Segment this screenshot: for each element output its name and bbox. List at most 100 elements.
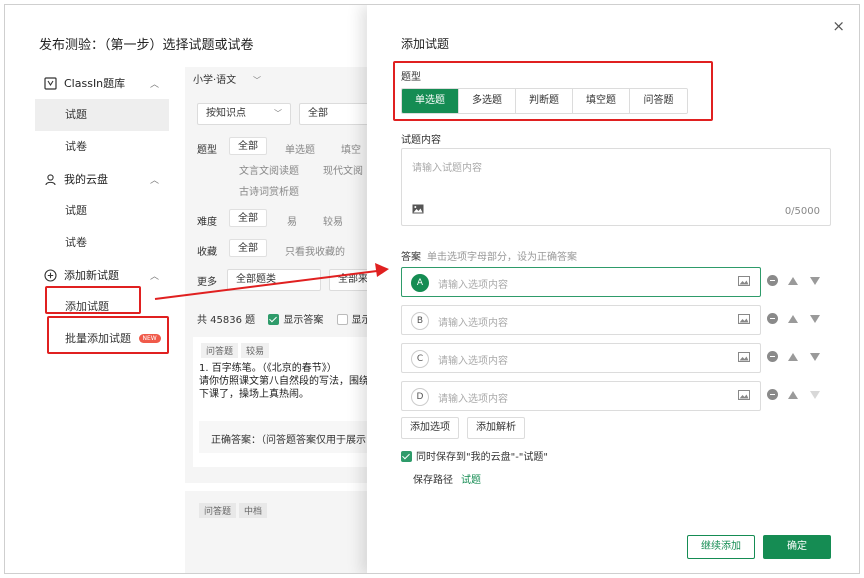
dialog-title: 添加试题 (401, 37, 450, 51)
move-down-icon (810, 390, 820, 399)
type-option[interactable]: 现代文阅 (323, 162, 363, 177)
sidebar-group-label: 添加新试题 (64, 269, 119, 282)
image-icon[interactable] (738, 352, 750, 365)
sidebar-group-label: 我的云盘 (64, 173, 108, 186)
sidebar-item-classin-papers[interactable]: 试卷 (35, 131, 169, 163)
sidebar-group-classin[interactable]: ClassIn题库 ︿ (35, 67, 169, 99)
checkbox-empty-icon (336, 314, 348, 325)
type-all-chip[interactable]: 全部 (229, 137, 267, 155)
chevron-down-icon: ﹀ (274, 109, 282, 118)
option-input-c[interactable]: C 请输入选项内容 (401, 343, 761, 373)
add-analysis-button[interactable]: 添加解析 (467, 417, 525, 439)
image-icon[interactable] (738, 276, 750, 289)
remove-option-icon[interactable] (767, 275, 778, 286)
favorite-filter-label: 收藏 (197, 247, 217, 258)
add-option-button[interactable]: 添加选项 (401, 417, 459, 439)
sidebar-item-cloud-questions[interactable]: 试题 (35, 195, 169, 227)
option-letter-b[interactable]: B (411, 312, 429, 330)
save-path-row: 保存路径 试题 (413, 471, 481, 486)
difficulty-option[interactable]: 易 (287, 213, 297, 228)
question-bank-panel: 小学·语文 ﹀ 按知识点 ﹀ 全部 题型 全部 单选题 填空 文言文阅读题 现代… (185, 67, 375, 573)
option-input-d[interactable]: D 请输入选项内容 (401, 381, 761, 411)
highlight-batch-add (47, 316, 169, 354)
option-controls (767, 389, 832, 400)
subject-select[interactable]: 小学·语文 ﹀ (185, 71, 265, 93)
difficulty-all-chip[interactable]: 全部 (229, 209, 267, 227)
show-answer-checkbox[interactable]: 显示答案 (268, 314, 324, 326)
type-option[interactable]: 填空 (341, 141, 361, 156)
add-question-dialog: 添加试题 × 题型 单选题 多选题 判断题 填空题 问答题 试题内容 请输入试题… (367, 5, 859, 573)
save-to-cloud-checkbox[interactable]: 同时保存到"我的云盘"-"试题" (401, 448, 548, 463)
option-placeholder: 请输入选项内容 (438, 394, 508, 405)
results-row: 共 45836 题 显示答案 显示 (197, 311, 372, 326)
option-letter-c[interactable]: C (411, 350, 429, 368)
content-counter: 0/5000 (784, 206, 820, 217)
sidebar-item-classin-questions[interactable]: 试题 (35, 99, 169, 131)
library-icon (43, 76, 57, 90)
question-difficulty-tag: 较易 (241, 343, 270, 358)
move-down-icon[interactable] (810, 314, 820, 323)
content-placeholder: 请输入试题内容 (412, 163, 482, 174)
question-difficulty-tag: 中档 (239, 503, 268, 518)
knowledge-select-value: 按知识点 (206, 108, 246, 119)
favorite-only-option[interactable]: 只看我收藏的 (285, 243, 345, 258)
highlight-add-question (45, 286, 141, 314)
question-text-line: 1. 百字练笔。（《北京的春节》） (199, 363, 337, 374)
move-up-icon[interactable] (788, 390, 798, 399)
remove-option-icon[interactable] (767, 313, 778, 324)
question-card-2[interactable]: 问答题 中档 (185, 491, 375, 573)
more-select-value: 全部来 (338, 274, 368, 285)
question-card[interactable]: 问答题 较易 1. 百字练笔。（《北京的春节》） 请你仿照课文第八自然段的写法，围… (193, 337, 375, 467)
chevron-up-icon[interactable]: ︿ (150, 77, 159, 90)
move-up-icon[interactable] (788, 352, 798, 361)
show-answer-label: 显示答案 (283, 315, 324, 326)
type-option[interactable]: 单选题 (285, 141, 315, 156)
answer-hint: 单击选项字母部分，设为正确答案 (427, 252, 577, 263)
page-title: 发布测验：（第一步）选择试题或试卷 (39, 38, 254, 53)
favorite-all-chip[interactable]: 全部 (229, 239, 267, 257)
move-up-icon[interactable] (788, 314, 798, 323)
save-path-label: 保存路径 (413, 475, 453, 486)
question-text-line: 请你仿照课文第八自然段的写法，围绕 (199, 376, 369, 387)
question-type-tag: 问答题 (199, 503, 237, 518)
option-input-b[interactable]: B 请输入选项内容 (401, 305, 761, 335)
all-select-value: 全部 (308, 108, 328, 119)
image-icon[interactable] (738, 314, 750, 327)
checkbox-checked-icon (268, 314, 280, 325)
chevron-up-icon[interactable]: ︿ (150, 269, 159, 282)
option-letter-a[interactable]: A (411, 274, 429, 292)
add-circle-icon (43, 268, 57, 282)
content-label: 试题内容 (401, 135, 441, 146)
move-up-icon[interactable] (788, 276, 798, 285)
continue-add-button[interactable]: 继续添加 (687, 535, 755, 559)
type-option[interactable]: 文言文阅读题 (239, 162, 299, 177)
option-placeholder: 请输入选项内容 (438, 280, 508, 291)
result-count: 共 45836 题 (197, 315, 256, 326)
option-letter-d[interactable]: D (411, 388, 429, 406)
option-input-a[interactable]: A 请输入选项内容 (401, 267, 761, 297)
type-option[interactable]: 古诗词赏析题 (239, 183, 299, 198)
answer-label-row: 答案 单击选项字母部分，设为正确答案 (401, 248, 577, 263)
image-icon[interactable] (412, 204, 424, 217)
image-icon[interactable] (738, 390, 750, 403)
knowledge-select[interactable]: 按知识点 ﹀ (197, 103, 291, 125)
chevron-up-icon[interactable]: ︿ (150, 173, 159, 186)
sidebar-group-cloud[interactable]: 我的云盘 ︿ (35, 163, 169, 195)
checkbox-checked-icon (401, 451, 412, 462)
chevron-down-icon: ﹀ (253, 76, 261, 85)
save-path-link[interactable]: 试题 (461, 475, 481, 486)
difficulty-option[interactable]: 较易 (323, 213, 343, 228)
sidebar-item-cloud-papers[interactable]: 试卷 (35, 227, 169, 259)
option-controls (767, 313, 832, 324)
option-controls (767, 275, 832, 286)
remove-option-icon[interactable] (767, 351, 778, 362)
all-select[interactable]: 全部 (299, 103, 375, 125)
question-answer: 正确答案：（问答题答案仅用于展示 (199, 421, 375, 453)
move-down-icon[interactable] (810, 352, 820, 361)
close-icon[interactable]: × (832, 17, 845, 35)
remove-option-icon[interactable] (767, 389, 778, 400)
move-down-icon[interactable] (810, 276, 820, 285)
more-select[interactable]: 全部题类 (227, 269, 321, 291)
confirm-button[interactable]: 确定 (763, 535, 831, 559)
question-content-input[interactable]: 请输入试题内容 0/5000 (401, 148, 831, 226)
